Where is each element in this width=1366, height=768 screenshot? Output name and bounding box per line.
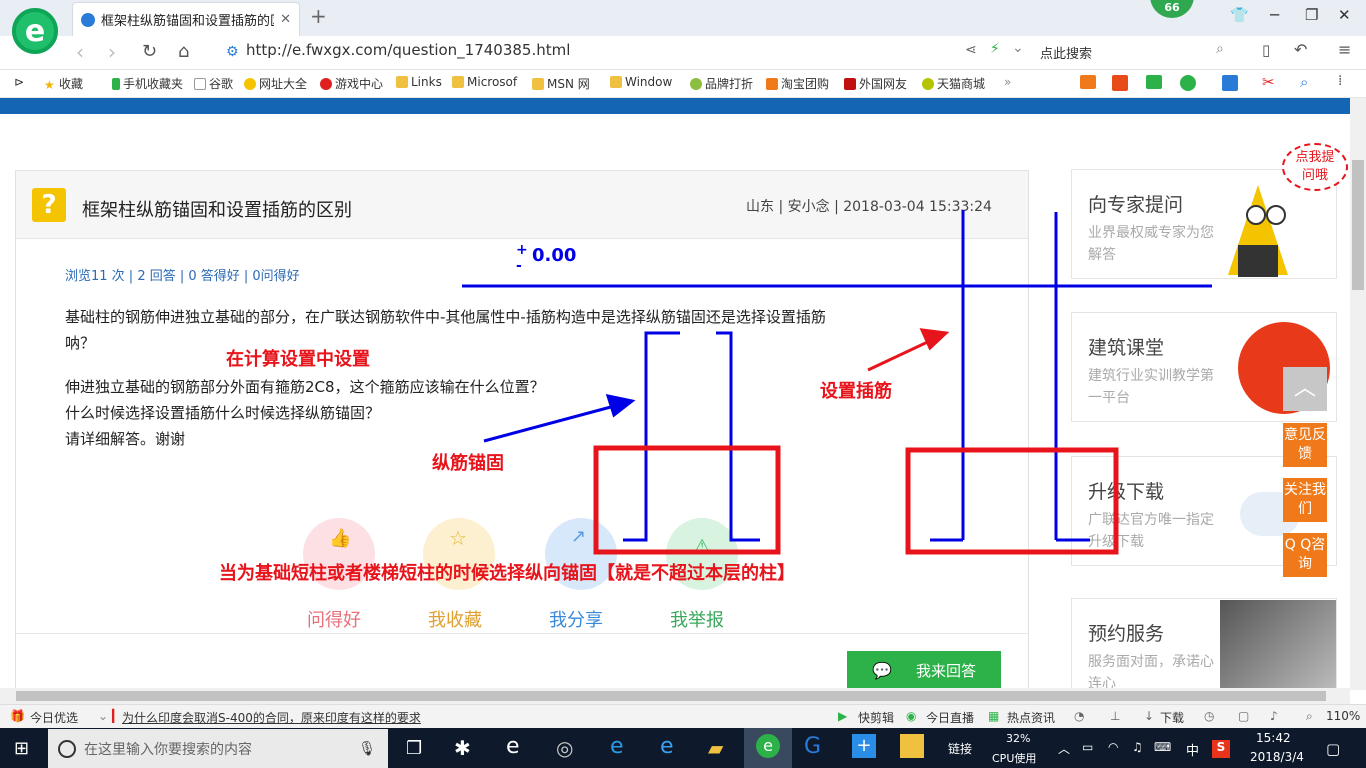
download-link[interactable]: 下载	[1160, 709, 1184, 726]
hot-link[interactable]: 热点资讯	[1007, 709, 1055, 726]
cpu-usage: 32%	[1006, 732, 1031, 745]
news-link[interactable]: 为什么印度会取消S-400的合同，原来印度有这样的要求	[122, 709, 421, 726]
window-icon[interactable]: ▢	[1238, 709, 1249, 723]
wifi-icon[interactable]: ◠	[1108, 740, 1118, 754]
volume-icon[interactable]: ♫	[1132, 740, 1143, 754]
browser-app-active[interactable]: e	[744, 728, 792, 768]
ie-blue-app-icon[interactable]: e	[660, 734, 674, 759]
cortana-icon	[58, 739, 76, 758]
annotation-overlay	[462, 210, 1212, 555]
notification-icon[interactable]: ▢	[1326, 740, 1340, 758]
windows-start-icon[interactable]: ⊞	[14, 738, 29, 759]
tray-up-icon[interactable]: ︿	[1058, 740, 1070, 757]
note-label: 当为基础短柱或者楼梯短柱的时候选择纵向锚固【就是不超过本层的柱】	[219, 563, 795, 584]
level-label: 0.00	[532, 245, 577, 266]
live-link[interactable]: 今日直播	[926, 709, 974, 726]
swirl-app-icon[interactable]: ◎	[556, 736, 573, 760]
fan-app-icon[interactable]: ✱	[454, 736, 471, 760]
live-icon: ◉	[906, 709, 917, 723]
horizontal-scroll-thumb[interactable]	[16, 691, 1326, 701]
calc-setting-label: 在计算设置中设置	[226, 349, 370, 370]
battery-icon[interactable]: ▭	[1082, 740, 1093, 754]
level-minus-sign: -	[516, 258, 522, 274]
keyboard-icon[interactable]: ⌨	[1154, 740, 1171, 754]
news-icon: ▦	[988, 709, 1000, 723]
taskbar-search[interactable]: 在这里输入你要搜索的内容 🎙	[48, 729, 388, 768]
anchor-label: 纵筋锚固	[432, 453, 504, 474]
download-icon: ↓	[1144, 709, 1155, 723]
note-app-icon[interactable]	[900, 734, 924, 758]
today-picks[interactable]: 今日优选	[30, 709, 78, 726]
browser-logo-icon[interactable]: e	[12, 8, 58, 54]
gift-icon: 🎁	[10, 709, 25, 723]
sogou-icon[interactable]: S	[1212, 740, 1230, 758]
sound-icon[interactable]: ♪	[1270, 709, 1278, 723]
folder-app-icon[interactable]: ▰	[708, 736, 723, 760]
zoom-level[interactable]: 110%	[1326, 709, 1360, 723]
clip-link[interactable]: 快剪辑	[858, 709, 894, 726]
set-insert-label: 设置插筋	[820, 381, 892, 402]
edge-app-icon[interactable]: e	[610, 734, 624, 759]
ie-app-icon[interactable]: e	[506, 734, 520, 759]
microphone-icon[interactable]: 🎙	[358, 741, 376, 757]
zoom-status-icon: ⌕	[1306, 709, 1313, 723]
sync-icon[interactable]: ◷	[1204, 709, 1214, 723]
plus-app-icon[interactable]: +	[852, 734, 876, 758]
vertical-scroll-thumb[interactable]	[1352, 160, 1364, 290]
play-icon: ▶	[838, 709, 848, 723]
pin-icon[interactable]: ⊥	[1110, 709, 1120, 723]
cpu-label: CPU使用	[992, 752, 1037, 765]
ime-indicator[interactable]: 中	[1186, 740, 1199, 759]
g-app-icon[interactable]: G	[804, 734, 821, 759]
tray-link[interactable]: 链接	[948, 740, 972, 757]
news-bullet-icon: ▎	[112, 709, 122, 723]
clock-date[interactable]: 2018/3/4	[1250, 750, 1304, 764]
expand-icon[interactable]: ⌄	[98, 709, 108, 723]
clock-time[interactable]: 15:42	[1256, 731, 1291, 745]
taskbar-search-text: 在这里输入你要搜索的内容	[84, 741, 252, 758]
speed-icon[interactable]: ◔	[1074, 709, 1084, 723]
level-plus-sign: +	[516, 242, 528, 258]
task-view-icon[interactable]: ❐	[406, 738, 422, 759]
